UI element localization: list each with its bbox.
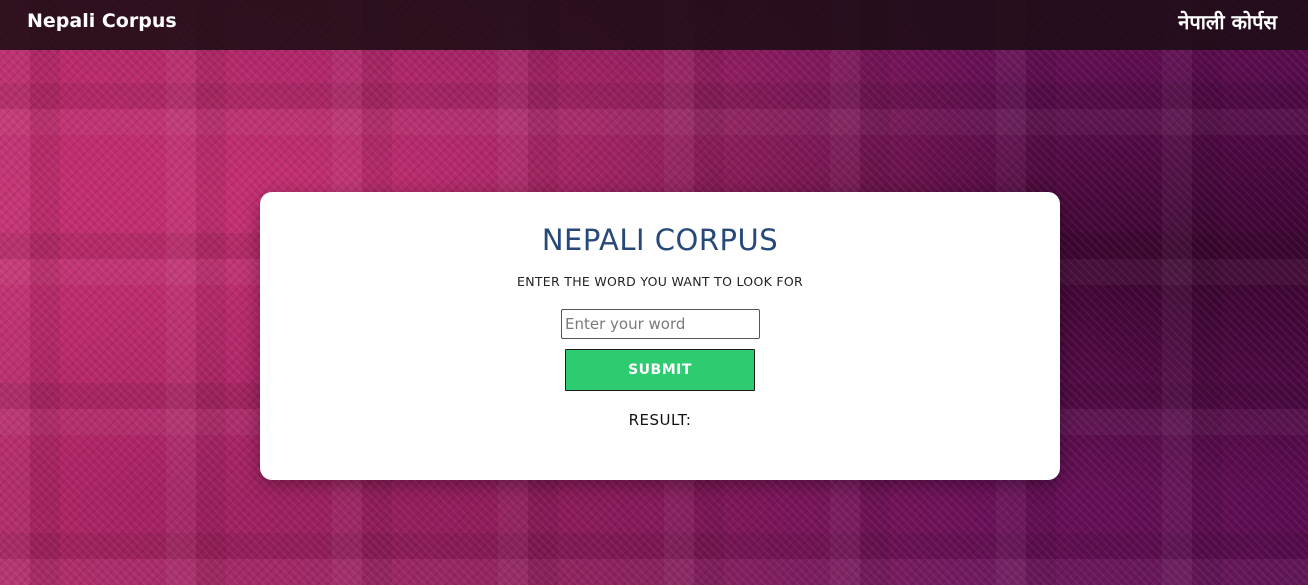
top-navbar: Nepali Corpus नेपाली कोर्पस	[0, 0, 1308, 50]
search-card: NEPALI CORPUS ENTER THE WORD YOU WANT TO…	[260, 192, 1060, 480]
card-instruction: ENTER THE WORD YOU WANT TO LOOK FOR	[517, 274, 803, 289]
word-input[interactable]	[561, 309, 760, 339]
card-title: NEPALI CORPUS	[541, 223, 779, 257]
result-label: RESULT:	[628, 411, 692, 429]
brand-title-english[interactable]: Nepali Corpus	[27, 10, 177, 32]
submit-button[interactable]: SUBMIT	[565, 349, 755, 391]
brand-title-nepali[interactable]: नेपाली कोर्पस	[1178, 8, 1277, 35]
